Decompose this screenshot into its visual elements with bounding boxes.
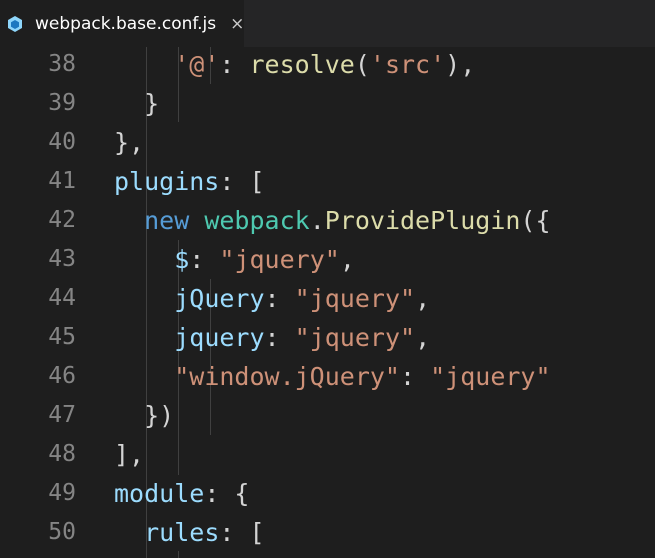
line-number: 47 — [48, 402, 76, 428]
code-token: : — [264, 284, 295, 313]
line-number: 39 — [48, 90, 76, 116]
line-number: 42 — [48, 207, 76, 233]
code-line[interactable]: 44 jQuery: "jquery", — [0, 279, 655, 318]
code-token: ), — [445, 50, 476, 79]
code-token: : — [189, 245, 220, 274]
code-token: new — [144, 206, 190, 235]
code-line[interactable]: 42 new webpack.ProvidePlugin({ — [0, 201, 655, 240]
code-line[interactable]: 39 } — [0, 84, 655, 123]
code-line[interactable]: 48], — [0, 435, 655, 474]
code-token: }) — [114, 401, 175, 430]
code-line[interactable]: 46 "window.jQuery": "jquery" — [0, 357, 655, 396]
code-token: rules — [144, 518, 220, 547]
code-text: }) — [114, 396, 174, 435]
code-token: } — [114, 89, 160, 118]
code-token: ProvidePlugin — [324, 206, 521, 235]
tab-webpack-base-conf[interactable]: webpack.base.conf.js × — [0, 0, 244, 47]
line-number: 48 — [48, 441, 76, 467]
line-number: 45 — [48, 324, 76, 350]
editor-tab-bar: webpack.base.conf.js × — [0, 0, 655, 47]
code-line[interactable]: 47 }) — [0, 396, 655, 435]
code-text: $: "jquery", — [114, 240, 355, 279]
code-editor[interactable]: 38 '@': resolve('src'), 39 } 40}, 41 plugins… — [0, 47, 655, 558]
code-token: : { — [204, 479, 250, 508]
code-token: , — [415, 284, 431, 313]
line-number: 44 — [48, 285, 76, 311]
code-token: , — [415, 323, 431, 352]
code-token: : — [219, 50, 250, 79]
code-token: ( — [354, 50, 370, 79]
code-text: "window.jQuery": "jquery" — [114, 357, 551, 396]
code-text: '@': resolve('src'), — [114, 45, 475, 84]
code-text: ], — [114, 435, 144, 474]
line-number: 50 — [48, 519, 76, 545]
code-token: jQuery — [174, 284, 265, 313]
code-token: : — [400, 362, 431, 391]
code-line[interactable]: 49 module: { — [0, 474, 655, 513]
code-text: jquery: "jquery", — [114, 318, 430, 357]
code-text: module: { — [114, 474, 249, 513]
code-text: new webpack.ProvidePlugin({ — [114, 201, 551, 240]
indent-guide — [178, 551, 179, 558]
code-token: . — [309, 206, 325, 235]
code-line[interactable]: 43 $: "jquery", — [0, 240, 655, 279]
code-token: "window.jQuery" — [174, 362, 400, 391]
code-token: jquery — [174, 323, 265, 352]
tab-title: webpack.base.conf.js — [35, 13, 217, 34]
code-token: $ — [174, 245, 190, 274]
line-number: 46 — [48, 363, 76, 389]
code-token: ], — [114, 440, 145, 469]
code-token: plugins — [114, 167, 220, 196]
line-number: 40 — [48, 129, 76, 155]
line-number: 43 — [48, 246, 76, 272]
code-text: } — [114, 84, 159, 123]
code-token: }, — [114, 128, 145, 157]
code-line[interactable]: 45 jquery: "jquery", — [0, 318, 655, 357]
code-text: plugins: [ — [114, 162, 265, 201]
code-token: "jquery" — [294, 323, 416, 352]
code-line[interactable]: 50 rules: [ — [0, 513, 655, 552]
code-token: "jquery" — [430, 362, 551, 391]
code-token: '@' — [174, 50, 220, 79]
webpack-cube-icon — [7, 15, 23, 33]
code-token: ({ — [520, 206, 551, 235]
close-icon[interactable]: × — [230, 14, 244, 34]
code-text: jQuery: "jquery", — [114, 279, 430, 318]
line-number: 41 — [48, 168, 76, 194]
code-text: rules: [ — [114, 513, 265, 552]
code-token: "jquery" — [219, 245, 340, 274]
code-token: webpack — [204, 206, 310, 235]
code-token: "jquery" — [294, 284, 416, 313]
code-token: : [ — [219, 518, 265, 547]
code-token: 'src' — [369, 50, 446, 79]
code-token: module — [114, 479, 205, 508]
code-line[interactable]: 41 plugins: [ — [0, 162, 655, 201]
code-token: : [ — [219, 167, 265, 196]
line-number: 49 — [48, 480, 76, 506]
line-number: 38 — [48, 51, 76, 77]
code-line[interactable]: 38 '@': resolve('src'), — [0, 45, 655, 84]
code-text: }, — [114, 123, 144, 162]
code-token: resolve — [249, 50, 355, 79]
code-line[interactable]: 40}, — [0, 123, 655, 162]
code-token: : — [264, 323, 295, 352]
code-token: , — [339, 245, 355, 274]
